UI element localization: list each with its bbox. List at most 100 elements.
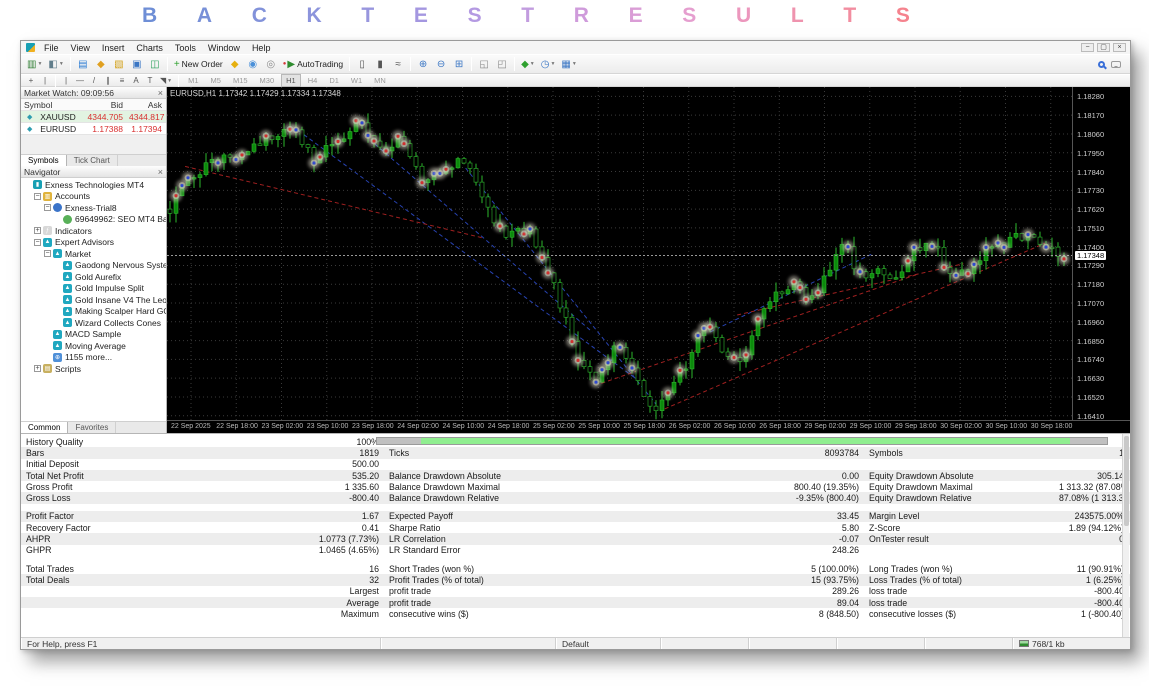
- tree-item-1155-more-[interactable]: ⊕ 1155 more...: [21, 352, 166, 364]
- tree-item-macd-sample[interactable]: ▲ MACD Sample: [21, 329, 166, 341]
- tree-item-moving-average[interactable]: ▲ Moving Average: [21, 340, 166, 352]
- menu-charts[interactable]: Charts: [130, 43, 169, 53]
- navigator-toggle[interactable]: ▧: [111, 56, 127, 72]
- timeframe-H1[interactable]: H1: [281, 74, 301, 87]
- menu-help[interactable]: Help: [246, 43, 277, 53]
- chat-icon[interactable]: [1111, 60, 1121, 68]
- timeframe-M30[interactable]: M30: [255, 74, 280, 87]
- time-axis[interactable]: 22 Sep 2025 22 Sep 18:00 23 Sep 02:00 23 Se…: [167, 420, 1130, 433]
- horizontal-line-button[interactable]: —: [74, 75, 86, 86]
- terminal-toggle[interactable]: ▣: [129, 56, 145, 72]
- tree-item-gaodong-nervous-system-mt4-ea[interactable]: ▲Gaodong Nervous System MT4 EA: [21, 260, 166, 272]
- close-icon[interactable]: ×: [158, 88, 163, 97]
- data-window-toggle[interactable]: ◆: [93, 56, 109, 72]
- minimize-button[interactable]: −: [1081, 43, 1094, 52]
- tree-node-icon: ▲: [63, 295, 72, 305]
- tree-item-gold-impulse-split[interactable]: ▲ Gold Impulse Split: [21, 283, 166, 295]
- tree-item-exness-technologies-mt4[interactable]: ▮ Exness Technologies MT4: [21, 179, 166, 191]
- tree-item-accounts[interactable]: − ▥ Accounts: [21, 191, 166, 203]
- tree-item-exness-trial8[interactable]: − Exness-Trial8: [21, 202, 166, 214]
- new-chart-button[interactable]: ▥ ▼: [25, 56, 44, 72]
- text-button[interactable]: A: [130, 75, 142, 86]
- tree-expander-icon[interactable]: −: [34, 238, 41, 246]
- tree-item-gold-aurefix[interactable]: ▲ Gold Aurefix: [21, 271, 166, 283]
- metaeditor-button[interactable]: ◆: [227, 56, 243, 72]
- strategy-tester-toggle[interactable]: ◫: [147, 56, 163, 72]
- scrollbar-thumb[interactable]: [1124, 436, 1129, 526]
- market-watch-header: Symbol Bid Ask: [21, 99, 166, 111]
- timeframe-W1[interactable]: W1: [346, 74, 367, 87]
- menu-insert[interactable]: Insert: [96, 43, 131, 53]
- status-profile[interactable]: Default: [556, 638, 661, 649]
- chart-plot-area[interactable]: EURUSD,H1 1.17342 1.17429 1.17334 1.1734…: [167, 87, 1073, 420]
- tree-expander-icon[interactable]: −: [44, 250, 51, 258]
- timeframe-M1[interactable]: M1: [183, 74, 203, 87]
- zoom-in-button[interactable]: ⊕: [415, 56, 431, 72]
- tree-item-indicators[interactable]: + ƒ Indicators: [21, 225, 166, 237]
- mql5-community-button[interactable]: ◉: [245, 56, 261, 72]
- arrange-windows-button[interactable]: ◰: [494, 56, 510, 72]
- cascade-windows-button[interactable]: ◱: [476, 56, 492, 72]
- fibonacci-button[interactable]: ≡: [116, 75, 128, 86]
- stat-label: Total Deals: [26, 574, 70, 585]
- menu-view[interactable]: View: [65, 43, 96, 53]
- templates-dropdown[interactable]: ▦ ▼: [559, 56, 578, 72]
- tree-item-69649962-seo-mt4-backtest[interactable]: 69649962: SEO MT4 Backtest: [21, 214, 166, 226]
- market-watch-row-EURUSD[interactable]: ◆ EURUSD 1.17388 1.17394: [21, 123, 166, 135]
- line-chart-button[interactable]: ≈: [390, 56, 406, 72]
- backtest-statistics-panel: History Quality 100% Bars 1819 Ticks 8093784 S…: [21, 433, 1130, 637]
- vertical-line-button[interactable]: |: [60, 75, 72, 86]
- crosshair-button[interactable]: |: [39, 75, 51, 86]
- terminal-icon: ▣: [132, 58, 142, 70]
- indicators-dropdown[interactable]: ◆ ▼: [519, 56, 537, 72]
- tree-item-making-scalper-hard-gold[interactable]: ▲Making Scalper Hard GOLD: [21, 306, 166, 318]
- arrows-dropdown[interactable]: ◥ ▼: [158, 75, 174, 86]
- market-watch-tab-tick-chart[interactable]: Tick Chart: [67, 155, 118, 166]
- new-order-button[interactable]: + New Order: [172, 56, 225, 72]
- tree-item-scripts[interactable]: + ▤ Scripts: [21, 363, 166, 375]
- timeframe-M5[interactable]: M5: [206, 74, 226, 87]
- tree-expander-icon[interactable]: −: [34, 192, 41, 200]
- title-letter: C: [251, 4, 267, 27]
- tree-expander-icon[interactable]: +: [34, 227, 41, 235]
- tree-item-expert-advisors[interactable]: − ▲ Expert Advisors: [21, 237, 166, 249]
- tree-node-icon: ▲: [63, 283, 72, 293]
- close-button[interactable]: ×: [1113, 43, 1126, 52]
- search-icon[interactable]: [1098, 60, 1105, 68]
- menu-window[interactable]: Window: [202, 43, 246, 53]
- navigator-tab-favorites[interactable]: Favorites: [68, 422, 117, 433]
- timeframe-M15[interactable]: M15: [228, 74, 253, 87]
- stats-scrollbar[interactable]: [1122, 434, 1129, 637]
- tree-expander-icon[interactable]: −: [44, 204, 51, 212]
- timeframe-H4[interactable]: H4: [303, 74, 323, 87]
- bar-chart-button[interactable]: ▯: [354, 56, 370, 72]
- navigator-tab-common[interactable]: Common: [21, 422, 69, 433]
- autotrading-button[interactable]: ● ▶ AutoTrading: [281, 56, 345, 72]
- tile-windows-button[interactable]: ⊞: [451, 56, 467, 72]
- channel-button[interactable]: ∥: [102, 75, 114, 86]
- zoom-out-button[interactable]: ⊖: [433, 56, 449, 72]
- candlestick-chart-button[interactable]: ▮: [372, 56, 388, 72]
- profiles-button[interactable]: ◧ ▼: [46, 56, 65, 72]
- tree-item-gold-insane-v4-the-leo-trader-[interactable]: ▲Gold Insane V4 The Leo Trader FX: [21, 294, 166, 306]
- timeframe-MN[interactable]: MN: [369, 74, 391, 87]
- menu-tools[interactable]: Tools: [169, 43, 202, 53]
- timeframe-D1[interactable]: D1: [324, 74, 344, 87]
- tree-node-icon: [53, 203, 62, 213]
- market-watch-tab-symbols[interactable]: Symbols: [21, 155, 67, 166]
- tree-expander-icon[interactable]: +: [34, 365, 41, 373]
- label-button[interactable]: T: [144, 75, 156, 86]
- periods-dropdown[interactable]: ◷ ▼: [539, 56, 558, 72]
- market-watch-row-XAUUSD[interactable]: ◆ XAUUSD 4344.705 4344.817: [21, 111, 166, 123]
- tree-item-market[interactable]: − ▲ Market: [21, 248, 166, 260]
- price-axis[interactable]: 1.18280 1.18170 1.18060 1.17950 1.17840 1.177…: [1073, 87, 1130, 420]
- menu-file[interactable]: File: [38, 43, 65, 53]
- market-globe-button[interactable]: ◎: [263, 56, 279, 72]
- close-icon[interactable]: ×: [158, 167, 163, 176]
- stat-value: 87.08% (1 313.32): [1059, 493, 1124, 504]
- market-watch-toggle[interactable]: ▤: [75, 56, 91, 72]
- cursor-button[interactable]: +: [25, 75, 37, 86]
- tree-item-wizard-collects-cones[interactable]: ▲ Wizard Collects Cones: [21, 317, 166, 329]
- restore-button[interactable]: ▢: [1097, 43, 1110, 52]
- trendline-button[interactable]: /: [88, 75, 100, 86]
